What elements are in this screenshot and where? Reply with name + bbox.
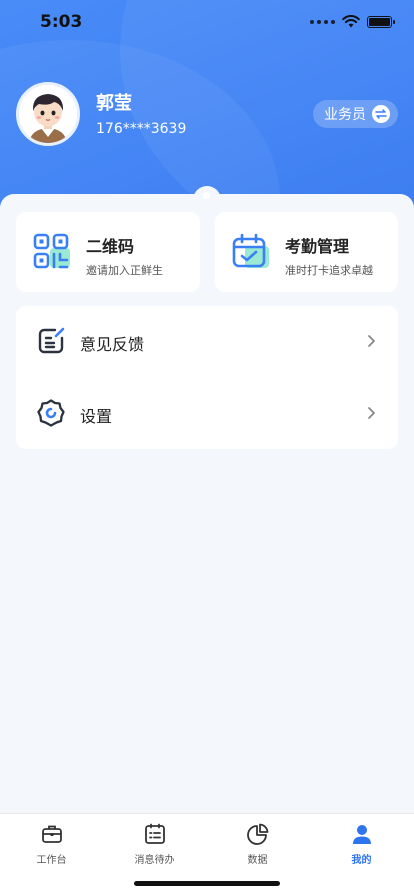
user-icon [352,825,371,844]
qrcode-card[interactable]: 二维码 邀请加入正鲜生 [16,212,200,292]
avatar[interactable] [16,82,80,146]
tab-messages[interactable]: 消息待办 [103,814,206,874]
attendance-card-title: 考勤管理 [285,237,350,256]
user-name: 郭莹 [96,93,132,114]
feedback-edit-icon [38,327,65,354]
calendar-check-icon [232,233,269,268]
tab-workbench[interactable]: 工作台 [0,814,103,874]
settings-gear-icon [37,399,65,427]
status-bar: 5:03 [0,0,414,44]
tab-label: 工作台 [36,855,67,866]
wifi-icon [342,15,360,28]
home-indicator [134,881,280,886]
signal-icon [310,19,335,24]
sheet-indicator-dot [203,192,210,199]
tab-label: 消息待办 [134,855,175,866]
feedback-label: 意见反馈 [80,335,145,354]
status-time: 5:03 [40,12,83,32]
list-item-feedback[interactable]: 意见反馈 [16,306,398,376]
tab-mine[interactable]: 我的 [310,814,413,874]
attendance-card[interactable]: 考勤管理 准时打卡追求卓越 [215,212,398,292]
tab-label: 我的 [351,855,372,866]
chevron-right-icon [368,407,375,419]
tab-data[interactable]: 数据 [206,814,309,874]
tab-label: 数据 [247,855,268,866]
pie-chart-icon [246,823,268,845]
briefcase-icon [41,825,62,843]
role-label: 业务员 [324,107,366,123]
role-switch-button[interactable]: 业务员 [313,100,398,128]
switch-icon [372,105,390,123]
qrcode-card-subtitle: 邀请加入正鲜生 [86,264,163,277]
list-item-settings[interactable]: 设置 [16,378,398,448]
settings-label: 设置 [80,407,113,426]
status-icons [310,15,395,28]
qrcode-icon [33,233,70,269]
settings-list: 意见反馈 设置 [16,306,398,449]
user-phone: 176****3639 [96,121,187,137]
battery-icon [367,15,395,28]
qrcode-card-title: 二维码 [86,237,135,256]
cartoon-avatar-icon [19,85,77,143]
todo-list-icon [144,823,165,844]
chevron-right-icon [368,335,375,347]
attendance-card-subtitle: 准时打卡追求卓越 [285,264,373,277]
